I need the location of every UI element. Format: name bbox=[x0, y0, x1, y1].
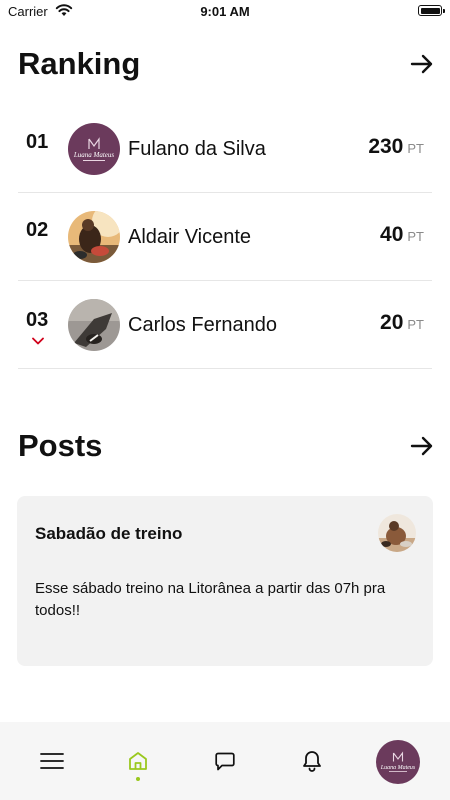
photo-avatar bbox=[378, 514, 416, 552]
status-bar: Carrier 9:01 AM bbox=[0, 0, 450, 24]
points-unit: PT bbox=[407, 141, 424, 156]
post-author-avatar bbox=[378, 514, 416, 552]
bell-icon bbox=[303, 751, 321, 772]
posts-title: Posts bbox=[18, 428, 103, 463]
points-value: 230 bbox=[368, 135, 404, 158]
svg-text:Luana Mateus: Luana Mateus bbox=[73, 151, 115, 159]
tab-menu[interactable] bbox=[22, 722, 82, 800]
logo-avatar: Luana Mateus bbox=[376, 740, 420, 784]
posts-arrow-icon[interactable] bbox=[410, 434, 434, 458]
avatar: Luana Mateus bbox=[68, 123, 120, 175]
tab-home[interactable] bbox=[108, 722, 168, 800]
rank-points: 230 PT bbox=[368, 135, 424, 159]
svg-text:Luana Mateus: Luana Mateus bbox=[380, 765, 416, 771]
rank-name: Aldair Vicente bbox=[128, 226, 252, 248]
photo-avatar bbox=[68, 299, 120, 351]
ranking-arrow-icon[interactable] bbox=[410, 52, 434, 76]
tab-notifications[interactable] bbox=[282, 722, 342, 800]
tab-bar: Luana Mateus bbox=[0, 722, 450, 800]
post-card[interactable]: Sabadão de treino Esse sábado treino na … bbox=[17, 496, 433, 666]
ranking-title: Ranking bbox=[18, 46, 141, 81]
chevron-down-icon bbox=[32, 337, 44, 345]
avatar bbox=[68, 211, 120, 263]
tab-chat[interactable] bbox=[195, 722, 255, 800]
active-indicator bbox=[136, 777, 140, 781]
ranking-row[interactable]: 02 Aldair Vicente 40 PT bbox=[18, 193, 432, 281]
points-unit: PT bbox=[407, 229, 424, 244]
points-value: 40 bbox=[380, 223, 404, 246]
chat-icon bbox=[215, 752, 235, 771]
ranking-row[interactable]: 01 Luana Mateus Fulano da Silva 230 PT bbox=[18, 105, 432, 193]
rank-position: 03 bbox=[26, 309, 49, 331]
points-value: 20 bbox=[380, 311, 404, 334]
photo-avatar bbox=[68, 211, 120, 263]
profile-avatar[interactable]: Luana Mateus bbox=[376, 740, 420, 784]
menu-icon bbox=[40, 753, 64, 769]
rank-points: 40 PT bbox=[380, 223, 424, 247]
home-icon bbox=[129, 752, 147, 770]
rank-name: Carlos Fernando bbox=[128, 314, 277, 336]
post-body: Esse sábado treino na Litorânea a partir… bbox=[35, 580, 386, 619]
rank-name: Fulano da Silva bbox=[128, 138, 266, 160]
post-title: Sabadão de treino bbox=[35, 524, 183, 543]
rank-position: 01 bbox=[26, 131, 49, 153]
rank-position: 02 bbox=[26, 219, 49, 241]
rank-points: 20 PT bbox=[380, 311, 424, 335]
points-unit: PT bbox=[407, 317, 424, 332]
logo-avatar: Luana Mateus bbox=[68, 123, 120, 175]
clock: 9:01 AM bbox=[200, 4, 250, 19]
battery-icon bbox=[418, 5, 445, 16]
avatar bbox=[68, 299, 120, 351]
ranking-row[interactable]: 03 Carlos Fernando 20 PT bbox=[18, 281, 432, 369]
